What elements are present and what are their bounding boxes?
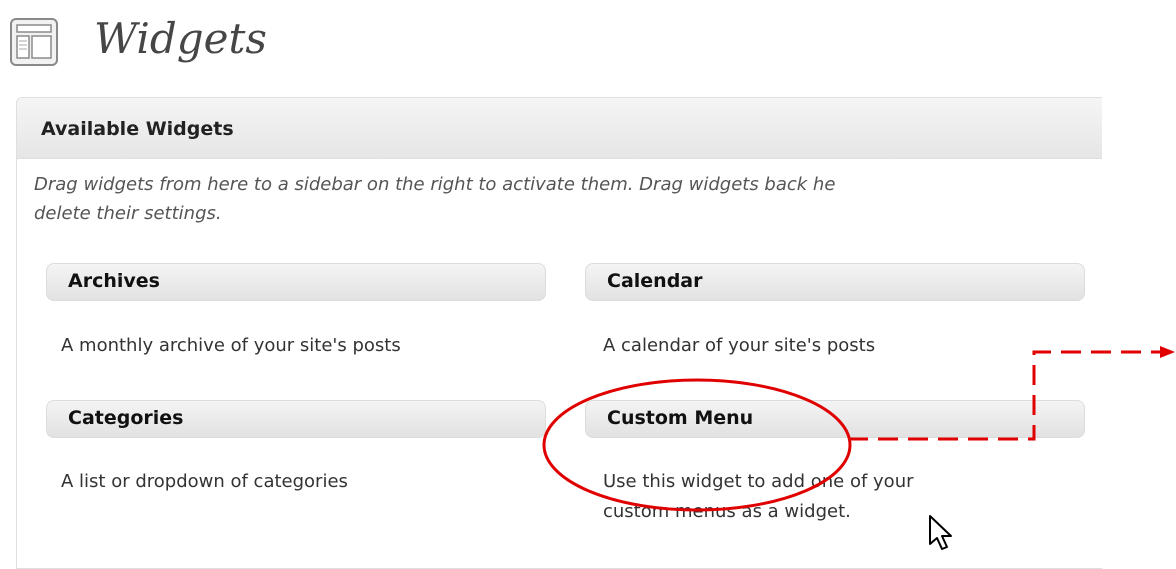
widget-description-line: A calendar of your site's posts — [603, 335, 876, 356]
available-widgets-header[interactable]: Available Widgets — [17, 98, 1102, 159]
widget-title: Categories — [68, 407, 184, 429]
widget-title: Archives — [68, 270, 160, 292]
widget-description-line: custom menus as a widget. — [603, 501, 851, 522]
widget-description: A monthly archive of your site's posts — [61, 331, 401, 361]
description-line: Drag widgets from here to a sidebar on t… — [34, 174, 836, 195]
mouse-cursor-icon — [929, 515, 952, 550]
arrowhead — [1160, 346, 1175, 358]
widget-custom-menu[interactable]: Custom Menu — [585, 400, 1085, 438]
widget-description: A calendar of your site's posts — [603, 331, 875, 361]
page-title: Widgets — [94, 14, 267, 63]
widget-description-line: A list or dropdown of categories — [61, 471, 348, 492]
widget-archives[interactable]: Archives — [46, 263, 546, 301]
widget-description-line: Use this widget to add one of your — [603, 471, 914, 492]
widget-description-line: A monthly archive of your site's posts — [61, 335, 401, 356]
widget-description: Use this widget to add one of your custo… — [603, 467, 914, 527]
available-widgets-description: Drag widgets from here to a sidebar on t… — [34, 170, 1114, 228]
widget-title: Custom Menu — [607, 407, 754, 429]
description-line: delete their settings. — [34, 203, 222, 224]
widget-description: A list or dropdown of categories — [61, 467, 348, 497]
widget-title: Calendar — [607, 270, 703, 292]
available-widgets-title: Available Widgets — [41, 118, 234, 140]
widget-calendar[interactable]: Calendar — [585, 263, 1085, 301]
widget-categories[interactable]: Categories — [46, 400, 546, 438]
widgets-screen-icon — [8, 16, 72, 72]
